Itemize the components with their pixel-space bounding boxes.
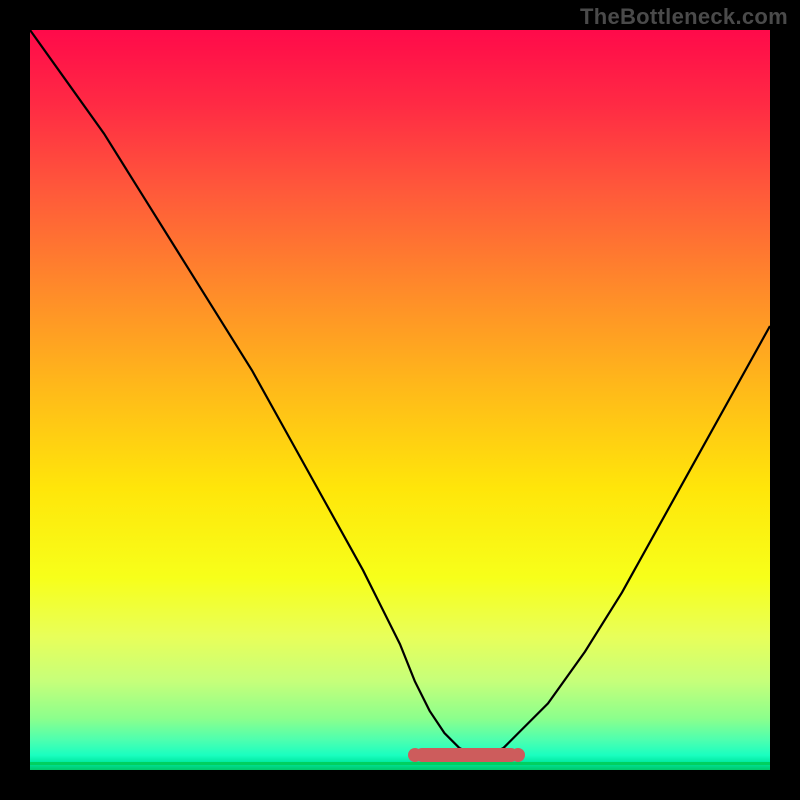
- bottleneck-curve: [30, 30, 770, 770]
- chart-container: TheBottleneck.com: [0, 0, 800, 800]
- plot-area: [30, 30, 770, 770]
- curve-path: [30, 30, 770, 755]
- tolerance-band: [415, 748, 519, 762]
- tolerance-cap-left-icon: [408, 748, 422, 762]
- watermark-text: TheBottleneck.com: [580, 4, 788, 30]
